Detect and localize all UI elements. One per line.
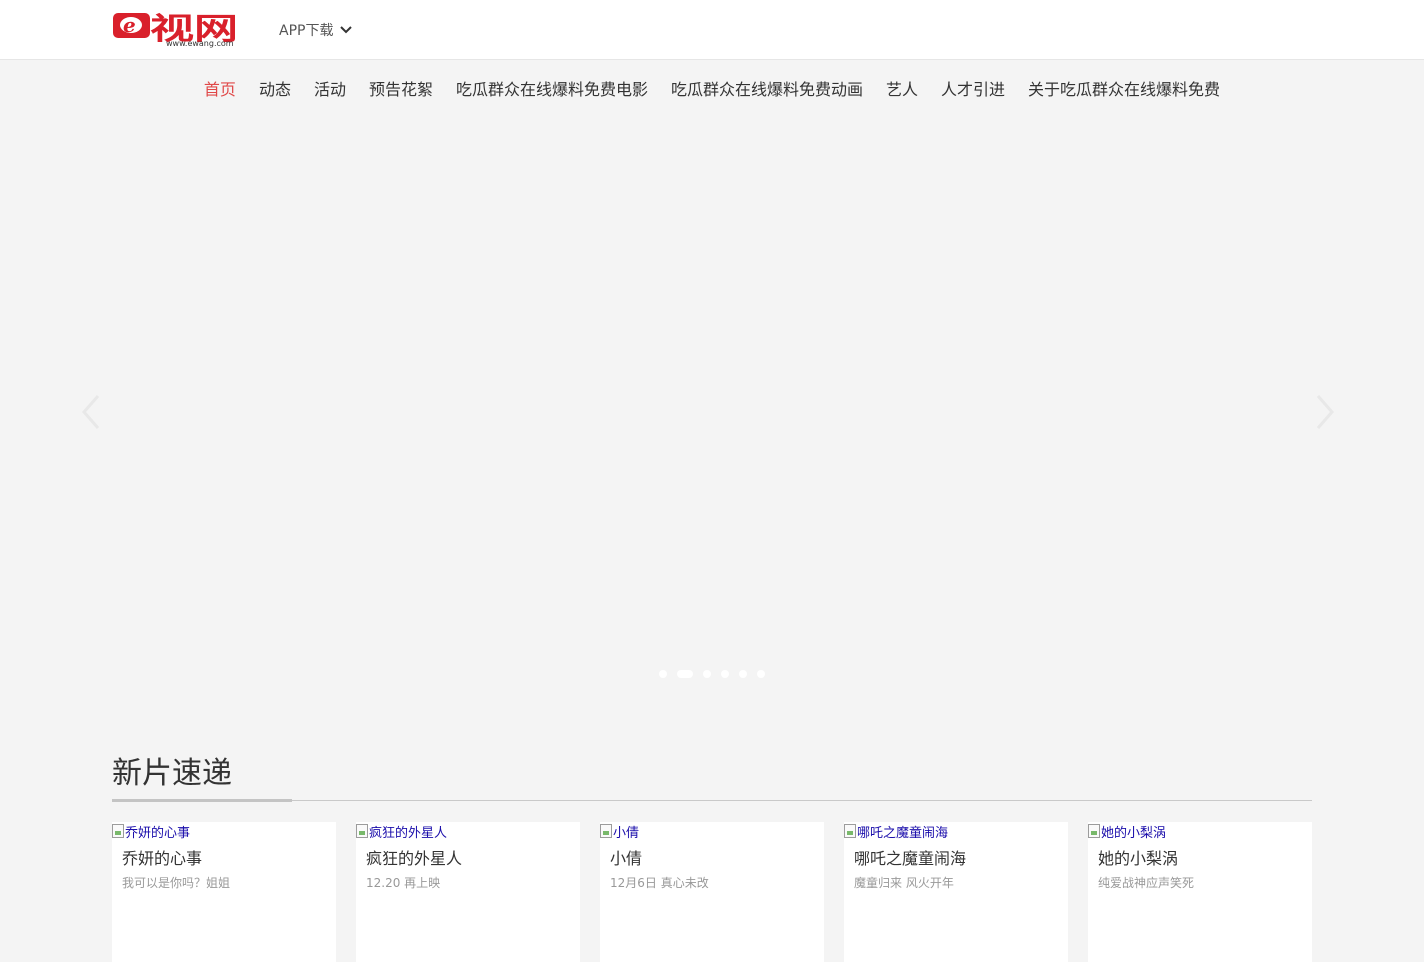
movie-poster[interactable]: 哪吒之魔童闹海 <box>844 822 1068 841</box>
movie-card[interactable]: 乔妍的心事 乔妍的心事 我可以是你吗？姐姐 <box>112 822 336 962</box>
movie-card[interactable]: 哪吒之魔童闹海 哪吒之魔童闹海 魔童归来 风火开年 <box>844 822 1068 962</box>
movie-tagline: 魔童归来 风火开年 <box>854 876 954 890</box>
broken-image-icon <box>844 824 856 838</box>
carousel-prev-button[interactable] <box>78 392 108 432</box>
movie-title[interactable]: 小倩 <box>600 840 824 868</box>
nav-item-artists[interactable]: 艺人 <box>886 76 918 100</box>
carousel-dot[interactable] <box>703 670 711 678</box>
section-title-underline <box>112 799 292 802</box>
carousel-dot[interactable] <box>659 670 667 678</box>
chevron-left-icon <box>82 395 100 429</box>
broken-image-icon <box>356 824 368 838</box>
svg-text:e: e <box>123 13 136 37</box>
nav-item-movies[interactable]: 吃瓜群众在线爆料免费电影 <box>456 76 648 100</box>
main-nav: 首页 动态 活动 预告花絮 吃瓜群众在线爆料免费电影 吃瓜群众在线爆料免费动画 … <box>0 60 1424 116</box>
movie-tagline: 我可以是你吗？姐姐 <box>122 876 231 890</box>
nav-item-home[interactable]: 首页 <box>204 76 236 100</box>
top-bar: e 视网 www.ewang.com APP下载 <box>0 0 1424 60</box>
carousel-dot[interactable] <box>757 670 765 678</box>
movie-tagline: 12月6日 真心未改 <box>610 876 709 890</box>
movie-poster[interactable]: 小倩 <box>600 822 824 841</box>
new-release-list: 乔妍的心事 乔妍的心事 我可以是你吗？姐姐 疯狂的外星人 疯狂的外星人 12.2… <box>112 822 1312 962</box>
nav-item-news[interactable]: 动态 <box>259 76 291 100</box>
movie-tagline: 纯爱战神应声笑死 <box>1098 876 1195 890</box>
banner-carousel[interactable] <box>0 116 1424 702</box>
movie-poster-alt: 她的小梨涡 <box>1101 825 1167 841</box>
broken-image-icon <box>600 824 612 838</box>
movie-poster-alt: 小倩 <box>613 825 640 841</box>
movie-poster[interactable]: 乔妍的心事 <box>112 822 336 841</box>
nav-item-events[interactable]: 活动 <box>314 76 346 100</box>
movie-card[interactable]: 疯狂的外星人 疯狂的外星人 12.20 再上映 <box>356 822 580 962</box>
carousel-dot[interactable] <box>721 670 729 678</box>
logo-icon: e 视网 www.ewang.com <box>113 12 238 48</box>
carousel-dot[interactable] <box>677 670 693 678</box>
movie-poster[interactable]: 疯狂的外星人 <box>356 822 580 841</box>
chevron-right-icon <box>1316 395 1334 429</box>
broken-image-icon <box>112 824 124 838</box>
movie-poster[interactable]: 她的小梨涡 <box>1088 822 1312 841</box>
nav-item-about[interactable]: 关于吃瓜群众在线爆料免费 <box>1028 76 1220 100</box>
carousel-dot[interactable] <box>739 670 747 678</box>
movie-card[interactable]: 她的小梨涡 她的小梨涡 纯爱战神应声笑死 <box>1088 822 1312 962</box>
nav-item-animation[interactable]: 吃瓜群众在线爆料免费动画 <box>671 76 863 100</box>
movie-title[interactable]: 乔妍的心事 <box>112 840 336 868</box>
carousel-pagination <box>0 670 1424 678</box>
carousel-next-button[interactable] <box>1308 392 1338 432</box>
movie-poster-alt: 疯狂的外星人 <box>369 825 448 841</box>
broken-image-icon <box>1088 824 1100 838</box>
app-download-label: APP下载 <box>279 23 334 39</box>
section-title: 新片速递 <box>112 756 232 791</box>
nav-item-talent[interactable]: 人才引进 <box>941 76 1005 100</box>
section-divider <box>112 800 1312 801</box>
movie-title[interactable]: 她的小梨涡 <box>1088 840 1312 868</box>
logo-subtext: www.ewang.com <box>166 39 234 48</box>
site-logo[interactable]: e 视网 www.ewang.com <box>112 10 240 48</box>
movie-card[interactable]: 小倩 小倩 12月6日 真心未改 <box>600 822 824 962</box>
movie-title[interactable]: 疯狂的外星人 <box>356 840 580 868</box>
nav-item-trailers[interactable]: 预告花絮 <box>369 76 433 100</box>
nav-list: 首页 动态 活动 预告花絮 吃瓜群众在线爆料免费电影 吃瓜群众在线爆料免费动画 … <box>204 76 1220 100</box>
movie-title[interactable]: 哪吒之魔童闹海 <box>844 840 1068 868</box>
movie-poster-alt: 哪吒之魔童闹海 <box>857 825 949 841</box>
chevron-down-icon <box>340 26 353 34</box>
movie-tagline: 12.20 再上映 <box>366 876 441 890</box>
app-download-button[interactable]: APP下载 <box>279 20 353 40</box>
movie-poster-alt: 乔妍的心事 <box>125 825 191 841</box>
